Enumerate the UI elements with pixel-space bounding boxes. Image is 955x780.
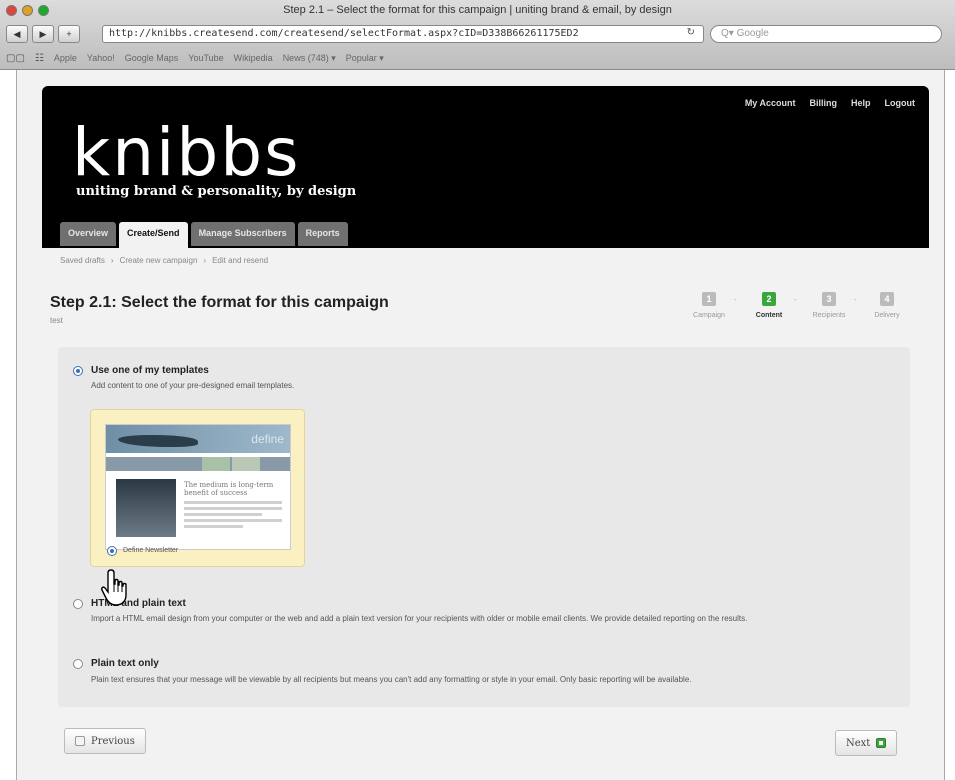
tab-create-send[interactable]: Create/Send (119, 222, 188, 248)
progress-step-campaign: 1 Campaign (682, 292, 736, 319)
step-number: 1 (702, 292, 716, 306)
plain-text-option-desc: Plain text ensures that your message wil… (91, 675, 692, 684)
bookmark-item[interactable]: Popular ▾ (346, 53, 384, 64)
breadcrumb-edit-resend[interactable]: Edit and resend (212, 256, 268, 265)
html-radio[interactable] (73, 599, 83, 609)
template-thumbnail[interactable]: define The medium is long-term benefit o… (105, 424, 291, 550)
template-banner-word: define (251, 432, 284, 446)
window-title: Step 2.1 – Select the format for this ca… (283, 4, 672, 16)
template-nav (106, 457, 290, 471)
bookmark-item[interactable]: Apple (54, 53, 77, 63)
bookmark-item[interactable]: Wikipedia (234, 53, 273, 63)
hand-cursor-icon (101, 569, 127, 606)
step-label: Recipients (812, 312, 846, 319)
breadcrumb: Saved drafts › Create new campaign › Edi… (60, 256, 268, 265)
campaign-name: test (50, 316, 63, 325)
templates-radio[interactable] (73, 366, 83, 376)
template-name[interactable]: Define Newsletter (123, 547, 178, 554)
help-link[interactable]: Help (851, 98, 871, 108)
template-select-radio[interactable] (107, 546, 117, 556)
main-tabs: Overview Create/Send Manage Subscribers … (60, 222, 348, 248)
template-photo (116, 479, 176, 537)
reload-icon[interactable]: ↻ (687, 27, 695, 38)
browser-chrome: Step 2.1 – Select the format for this ca… (0, 0, 955, 70)
step-progress: 1 Campaign - 2 Content - 3 Recipients - … (688, 292, 914, 328)
site-header: knibbs uniting brand & personality, by d… (42, 86, 929, 248)
billing-link[interactable]: Billing (809, 98, 837, 108)
template-text-line (184, 501, 282, 504)
reading-list-icon[interactable]: ▢▢ (6, 53, 25, 64)
template-nav-item (202, 457, 230, 471)
html-option-desc: Import a HTML email design from your com… (91, 614, 748, 623)
step-number: 3 (822, 292, 836, 306)
templates-option-title[interactable]: Use one of my templates (91, 365, 209, 376)
tab-manage-subscribers[interactable]: Manage Subscribers (190, 222, 295, 246)
plain-text-radio[interactable] (73, 659, 83, 669)
template-text-line (184, 525, 243, 528)
site-logo[interactable]: knibbs (72, 120, 301, 186)
account-links: My Account Billing Help Logout (745, 98, 915, 108)
tab-reports[interactable]: Reports (297, 222, 348, 246)
bookmarks-bar: ▢▢ ☷ Apple Yahoo! Google Maps YouTube Wi… (6, 50, 384, 66)
site-tagline: uniting brand & personality, by design (76, 184, 357, 199)
next-icon (876, 738, 887, 748)
step-number: 4 (880, 292, 894, 306)
step-label: Delivery (874, 312, 900, 319)
next-button[interactable]: Next (835, 730, 898, 756)
step-connector: - (734, 295, 737, 304)
search-input[interactable]: Q▾ Google (710, 25, 942, 43)
bookmark-item[interactable]: Yahoo! (87, 53, 115, 63)
next-label: Next (846, 737, 871, 749)
browser-toolbar: ◀ ▶ + (6, 24, 80, 44)
breadcrumb-create-campaign[interactable]: Create new campaign (120, 256, 198, 265)
forward-button[interactable]: ▶ (32, 25, 54, 43)
templates-option-desc: Add content to one of your pre-designed … (91, 381, 295, 390)
breadcrumb-separator: › (110, 256, 114, 265)
tab-overview[interactable]: Overview (60, 222, 117, 246)
bookmark-item[interactable]: News (748) ▾ (283, 53, 336, 64)
my-account-link[interactable]: My Account (745, 98, 796, 108)
previous-label: Previous (91, 735, 135, 747)
step-label: Content (755, 312, 783, 319)
step-connector: - (854, 295, 857, 304)
progress-step-recipients: 3 Recipients (802, 292, 856, 319)
breadcrumb-separator: › (203, 256, 207, 265)
template-text-line (184, 519, 282, 522)
previous-button[interactable]: Previous (64, 728, 146, 754)
template-banner-image (118, 435, 198, 447)
breadcrumb-saved-drafts[interactable]: Saved drafts (60, 256, 105, 265)
progress-step-delivery: 4 Delivery (860, 292, 914, 319)
step-number: 2 (762, 292, 776, 306)
template-text-line (184, 507, 282, 510)
template-heading: The medium is long-term benefit of succe… (184, 481, 274, 497)
bookmark-item[interactable]: Google Maps (125, 53, 179, 63)
url-bar[interactable]: http://knibbs.createsend.com/createsend/… (102, 25, 704, 43)
previous-icon (75, 736, 85, 746)
logout-link[interactable]: Logout (885, 98, 916, 108)
back-button[interactable]: ◀ (6, 25, 28, 43)
url-text: http://knibbs.createsend.com/createsend/… (109, 28, 579, 39)
template-banner: define (106, 425, 290, 453)
page-title: Step 2.1: Select the format for this cam… (50, 294, 389, 311)
step-connector: - (794, 295, 797, 304)
plain-text-option-title[interactable]: Plain text only (91, 658, 159, 669)
template-text-line (184, 513, 263, 516)
template-card[interactable]: define The medium is long-term benefit o… (90, 409, 305, 567)
progress-step-content: 2 Content (742, 292, 796, 319)
template-nav-item (232, 457, 260, 471)
add-bookmark-button[interactable]: + (58, 25, 80, 43)
template-text: The medium is long-term benefit of succe… (184, 481, 282, 531)
bookmark-item[interactable]: YouTube (188, 53, 223, 63)
step-label: Campaign (693, 312, 725, 319)
top-sites-icon[interactable]: ☷ (35, 53, 44, 64)
